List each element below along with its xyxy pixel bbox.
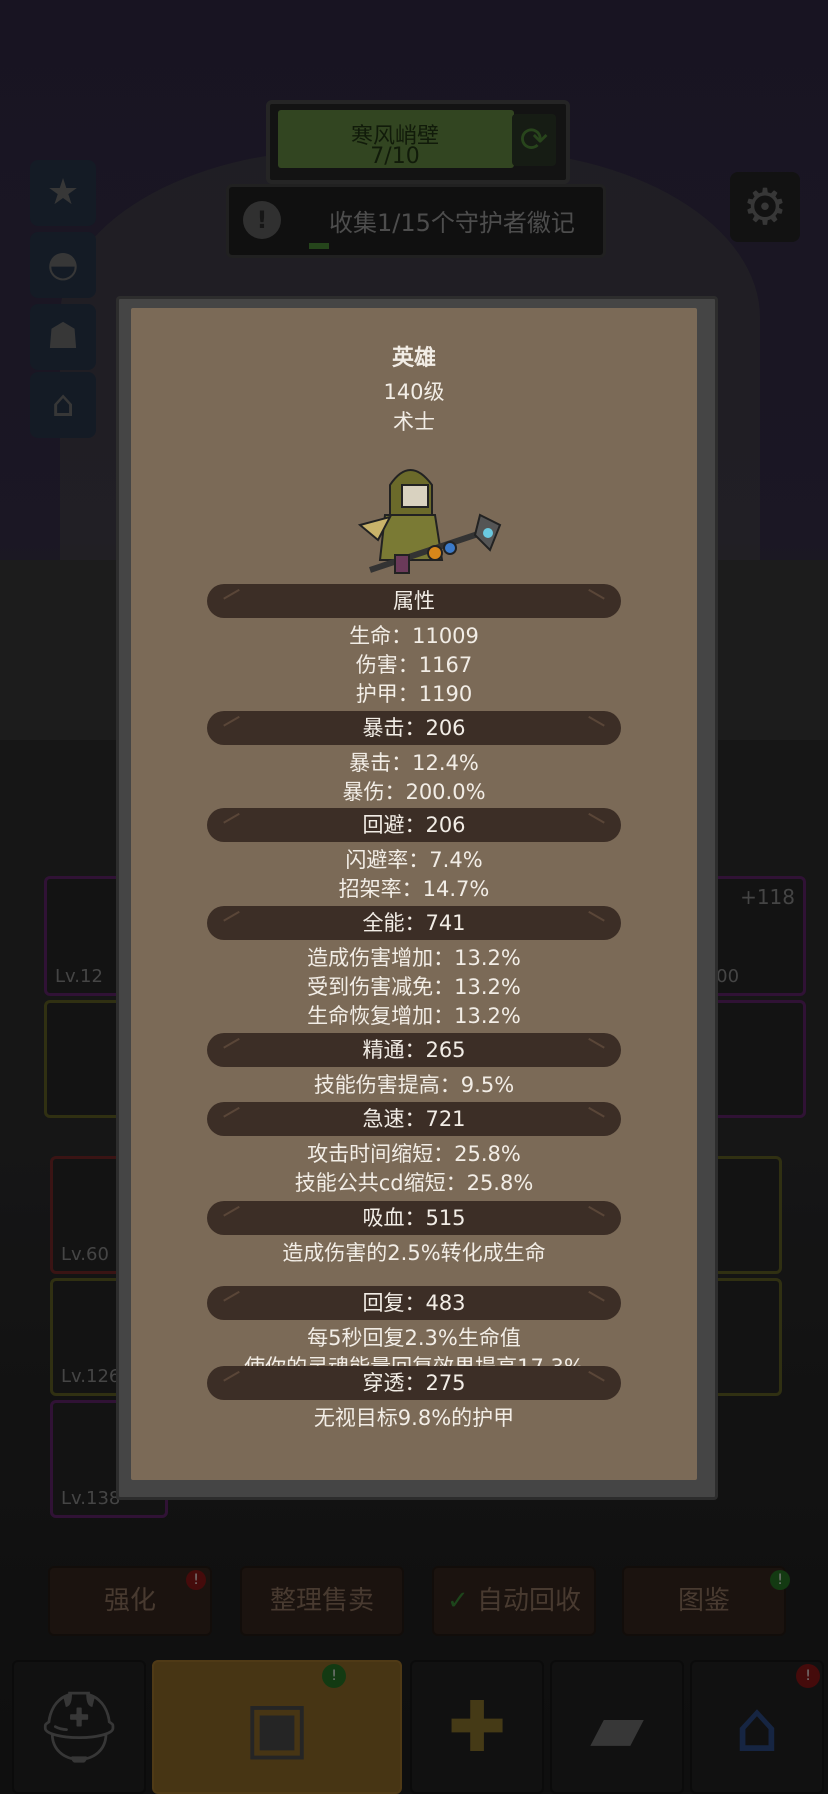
stat-line: 受到伤害减免：13.2% bbox=[307, 975, 521, 999]
hero-portrait bbox=[357, 469, 502, 574]
hero-class: 术士 bbox=[393, 410, 435, 434]
stat-line: 暴伤：200.0% bbox=[342, 780, 486, 804]
section-header: 吸血：515 bbox=[207, 1201, 621, 1235]
hero-level: 140级 bbox=[383, 380, 445, 404]
section-header: 急速：721 bbox=[207, 1102, 621, 1136]
stat-line: 无视目标9.8%的护甲 bbox=[313, 1406, 515, 1430]
section-header-text: 属性 bbox=[393, 589, 435, 613]
section-header: 穿透：275 bbox=[207, 1366, 621, 1400]
section-header: 精通：265 bbox=[207, 1033, 621, 1067]
section-header: 回避：206 bbox=[207, 808, 621, 842]
section-header-text: 精通：265 bbox=[362, 1038, 466, 1062]
stat-line: 技能伤害提高：9.5% bbox=[313, 1073, 515, 1097]
panel-title: 英雄 bbox=[391, 346, 436, 371]
stat-line: 闪避率：7.4% bbox=[345, 848, 483, 872]
stat-line: 造成伤害增加：13.2% bbox=[307, 946, 521, 970]
stat-line: 护甲：1190 bbox=[355, 682, 473, 706]
stat-line: 生命恢复增加：13.2% bbox=[307, 1004, 521, 1028]
stat-line: 攻击时间缩短：25.8% bbox=[307, 1142, 521, 1166]
stat-line: 技能公共cd缩短：25.8% bbox=[294, 1171, 534, 1195]
section-header: 全能：741 bbox=[207, 906, 621, 940]
section-header: 回复：483 bbox=[207, 1286, 621, 1320]
section-header-text: 穿透：275 bbox=[362, 1371, 466, 1395]
section-header-text: 回避：206 bbox=[362, 813, 466, 837]
stat-line: 暴击：12.4% bbox=[349, 751, 479, 775]
section-header-text: 急速：721 bbox=[362, 1107, 466, 1131]
stat-line: 伤害：1167 bbox=[355, 653, 473, 677]
section-header-text: 吸血：515 bbox=[362, 1206, 466, 1230]
stat-line: 招架率：14.7% bbox=[338, 877, 490, 901]
stat-line: 造成伤害的2.5%转化成生命 bbox=[282, 1241, 546, 1265]
section-header-text: 暴击：206 bbox=[362, 716, 466, 740]
section-header-text: 全能：741 bbox=[362, 911, 466, 935]
section-header: 暴击：206 bbox=[207, 711, 621, 745]
section-header: 属性 bbox=[207, 584, 621, 618]
section-header-text: 回复：483 bbox=[362, 1291, 466, 1315]
stat-line: 每5秒回复2.3%生命值 bbox=[307, 1326, 521, 1350]
stat-line: 生命：11009 bbox=[349, 624, 479, 648]
